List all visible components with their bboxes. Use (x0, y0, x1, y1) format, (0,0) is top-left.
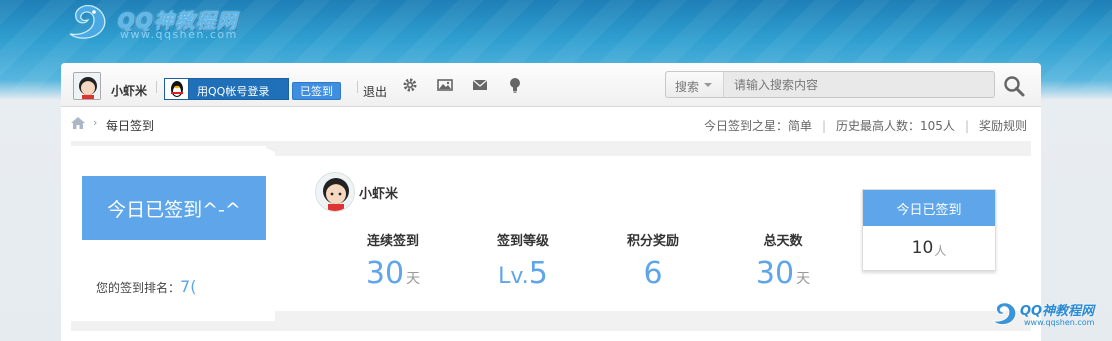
divider: | (964, 119, 969, 133)
search-type-label: 搜索 (675, 80, 700, 94)
divider (357, 81, 358, 93)
gear-icon[interactable] (402, 77, 418, 93)
avatar[interactable] (73, 72, 101, 100)
avatar-icon (316, 173, 354, 211)
today-signed-count: 10 人 (863, 226, 995, 270)
metric-value: 30 (755, 256, 795, 291)
metric-value: 5 (528, 256, 548, 291)
metric-label: 总天数 (763, 234, 803, 249)
search-type-select[interactable]: 搜索 (666, 72, 724, 97)
dragon-icon (991, 302, 1017, 325)
star-of-day[interactable]: 今日签到之星：简单 (704, 119, 812, 133)
today-signed-box: 今日已签到 10 人 (862, 189, 996, 271)
logo-url: www.qqshen.com (120, 28, 238, 41)
rank-value: 7( (180, 277, 197, 296)
breadcrumb: › 每日签到 今日签到之星：简单 | 历史最高人数：105人 | 奖励规则 (61, 107, 1041, 141)
signin-stats: 今日签到之星：简单 | 历史最高人数：105人 | 奖励规则 (701, 117, 1030, 134)
metric-label: 积分奖励 (626, 234, 679, 249)
sign-in-button[interactable]: 今日已签到^-^ (82, 176, 266, 240)
search-input[interactable] (726, 74, 992, 95)
rank-text: 您的签到排名： (96, 281, 181, 295)
avatar-icon (74, 73, 100, 99)
today-count-unit: 人 (934, 243, 947, 258)
metric-label: 签到等级 (496, 234, 549, 249)
metric-unit: 天 (796, 271, 811, 287)
qq-login-label: 用QQ帐号登录 (197, 85, 270, 98)
divider: | (821, 119, 827, 133)
metric-value: 6 (643, 256, 663, 291)
metric-label: 连续签到 (366, 234, 419, 249)
image-icon[interactable] (437, 77, 453, 93)
breadcrumb-separator: › (93, 116, 98, 129)
today-signed-header: 今日已签到 (863, 190, 995, 226)
chevron-down-icon (704, 83, 712, 87)
today-count-value: 10 (911, 238, 934, 258)
metric-unit: 天 (406, 271, 421, 287)
signed-badge[interactable]: 已签到 (292, 82, 341, 100)
breadcrumb-current[interactable]: 每日签到 (106, 117, 154, 134)
watermark-logo: QQ神教程网 www.qqshen.com (990, 296, 1110, 332)
qq-penguin-icon (165, 79, 189, 99)
metric-total-days: 总天数 30 天 (723, 230, 843, 294)
dragon-icon (69, 5, 106, 39)
home-icon[interactable] (71, 117, 85, 129)
toolbar-username[interactable]: 小虾米 (111, 82, 147, 99)
main-panel: 小虾米 用QQ帐号登录 已签到 退出 搜索 请输入搜索内容 › 每日签到 今日签… (61, 63, 1041, 341)
search-bar: 搜索 (665, 71, 995, 98)
qq-login-button[interactable]: 用QQ帐号登录 (164, 78, 289, 100)
site-logo[interactable]: QQ神教程网 www.qqshen.com (64, 0, 304, 48)
metric-points: 积分奖励 6 (593, 230, 713, 289)
record-count: 历史最高人数：105人 (836, 119, 955, 133)
rank-label: 您的签到排名：7( (96, 277, 196, 296)
watermark-url: www.qqshen.com (1024, 318, 1095, 327)
watermark-brand: QQ神教程网 (1020, 304, 1095, 319)
avatar[interactable] (315, 172, 355, 212)
metric-value: 30 (365, 256, 405, 291)
metric-prefix: Lv. (498, 264, 529, 289)
mail-icon[interactable] (472, 77, 488, 93)
divider (156, 81, 157, 93)
metric-level: 签到等级 Lv.5 (463, 230, 583, 292)
bulb-icon[interactable] (507, 77, 523, 93)
summary-username: 小虾米 (359, 187, 399, 202)
rules-link[interactable]: 奖励规则 (979, 119, 1027, 133)
logout-link[interactable]: 退出 (363, 83, 387, 100)
metric-streak: 连续签到 30 天 (333, 230, 453, 294)
signin-summary-card: 小虾米 连续签到 30 天 签到等级 Lv.5 积分奖励 6 总天数 30 天 今日… (275, 156, 1031, 311)
search-icon[interactable] (1003, 75, 1025, 97)
top-toolbar: 小虾米 用QQ帐号登录 已签到 退出 搜索 请输入搜索内容 (61, 63, 1041, 107)
